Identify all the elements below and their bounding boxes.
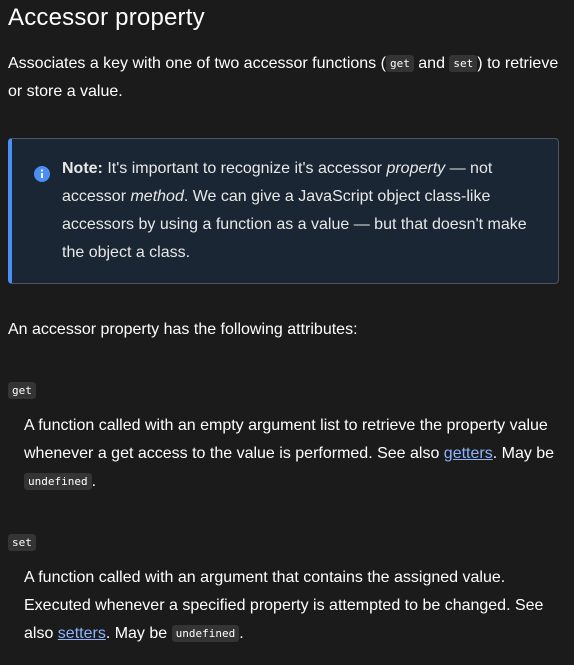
get-undefined-code: undefined — [24, 473, 92, 490]
accessor-property-section: Accessor property Associates a key with … — [0, 0, 574, 665]
get-desc-end: . — [91, 473, 97, 490]
set-description: A function called with an argument that … — [24, 564, 568, 648]
attributes-intro: An accessor property has the following a… — [8, 321, 358, 338]
getters-link[interactable]: getters — [444, 445, 493, 462]
term-set: set — [8, 534, 36, 552]
info-icon — [34, 166, 50, 182]
note-callout: Note: It's important to recognize it's a… — [8, 138, 559, 284]
note-label: Note: — [62, 160, 103, 177]
term-get-code: get — [8, 382, 36, 399]
set-code: set — [449, 55, 478, 72]
set-desc-after: . May be — [105, 625, 172, 642]
term-set-code: set — [8, 534, 36, 551]
intro-paragraph: Associates a key with one of two accesso… — [8, 50, 568, 106]
get-desc-after: . May be — [492, 445, 555, 462]
get-code: get — [385, 55, 414, 72]
note-em-property: property — [386, 160, 446, 177]
intro-text-1: Associates a key with one of two accesso… — [8, 55, 386, 72]
set-undefined-code: undefined — [171, 625, 240, 642]
intro-text-2: and — [413, 55, 450, 72]
note-text: Note: It's important to recognize it's a… — [62, 155, 540, 267]
section-heading: Accessor property — [8, 4, 205, 31]
term-get: get — [8, 382, 36, 400]
note-text-1: It's important to recognize it's accesso… — [102, 160, 387, 177]
get-description: A function called with an empty argument… — [24, 412, 568, 496]
set-desc-end: . — [239, 625, 244, 642]
setters-link[interactable]: setters — [58, 625, 106, 642]
note-em-method: method — [130, 188, 184, 205]
